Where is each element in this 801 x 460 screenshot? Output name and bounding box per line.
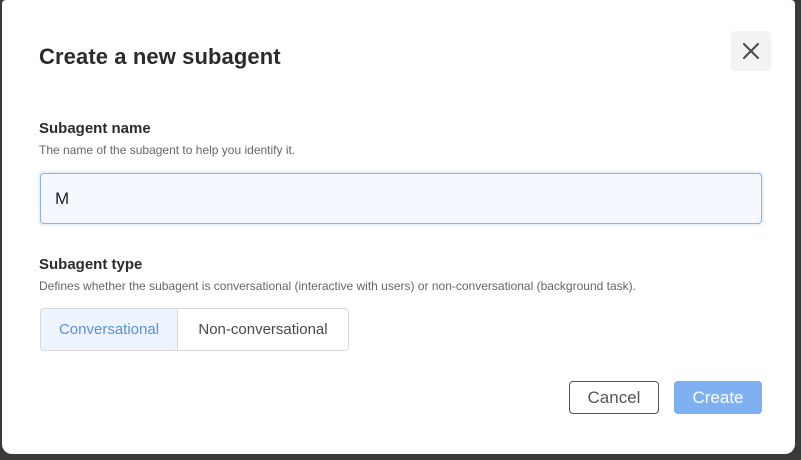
create-button[interactable]: Create (674, 381, 762, 414)
type-option-conversational[interactable]: Conversational (41, 309, 178, 350)
subagent-type-toggle: Conversational Non-conversational (40, 308, 349, 351)
subagent-name-help: The name of the subagent to help you ide… (39, 143, 296, 157)
subagent-name-label: Subagent name (39, 120, 151, 137)
cancel-button[interactable]: Cancel (569, 381, 659, 414)
dialog-title: Create a new subagent (39, 44, 281, 69)
subagent-type-label: Subagent type (39, 256, 143, 273)
subagent-type-help: Defines whether the subagent is conversa… (39, 279, 636, 293)
type-option-non-conversational[interactable]: Non-conversational (178, 309, 348, 350)
create-subagent-dialog: Create a new subagent Subagent name The … (2, 0, 795, 454)
subagent-name-input[interactable] (40, 173, 762, 224)
close-button[interactable] (731, 31, 771, 71)
close-icon (742, 42, 760, 60)
